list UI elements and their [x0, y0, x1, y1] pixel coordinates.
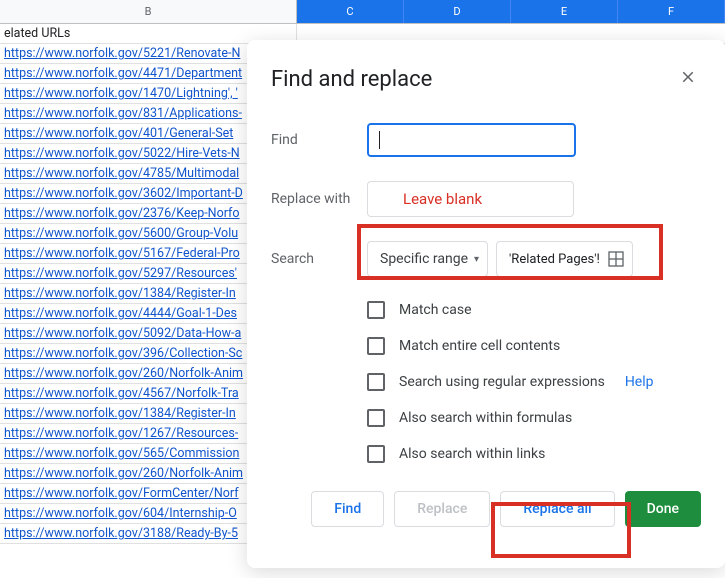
replace-input[interactable] [367, 181, 574, 217]
column-headers: B C D E F [0, 0, 725, 24]
match-case-checkbox[interactable] [367, 301, 385, 319]
search-scope-dropdown[interactable]: Specific range ▾ [367, 241, 488, 277]
match-entire-label: Match entire cell contents [399, 338, 560, 354]
find-label: Find [271, 132, 367, 148]
links-label: Also search within links [399, 446, 545, 462]
col-header-d[interactable]: D [404, 0, 511, 23]
dialog-title: Find and replace [271, 67, 432, 92]
close-icon[interactable] [675, 64, 701, 95]
col-header-b[interactable]: B [0, 0, 297, 23]
range-input[interactable]: 'Related Pages'! [496, 241, 633, 277]
col-header-e[interactable]: E [511, 0, 618, 23]
match-case-label: Match case [399, 302, 472, 318]
search-label: Search [271, 251, 367, 267]
links-checkbox[interactable] [367, 445, 385, 463]
col-header-f[interactable]: F [618, 0, 725, 23]
col-header-c[interactable]: C [297, 0, 404, 23]
regex-checkbox[interactable] [367, 373, 385, 391]
find-button[interactable]: Find [311, 491, 384, 527]
regex-help-link[interactable]: Help [625, 374, 654, 390]
replace-button[interactable]: Replace [394, 491, 490, 527]
find-input[interactable] [367, 123, 576, 157]
match-entire-checkbox[interactable] [367, 337, 385, 355]
regex-label: Search using regular expressions [399, 374, 605, 390]
text-caret [379, 131, 380, 149]
grid-select-icon[interactable] [608, 251, 624, 267]
find-replace-dialog: Find and replace Find Replace with Leave… [247, 40, 725, 568]
replace-all-button[interactable]: Replace all [500, 491, 614, 527]
formulas-label: Also search within formulas [399, 410, 572, 426]
formulas-checkbox[interactable] [367, 409, 385, 427]
range-value: 'Related Pages'! [509, 252, 600, 267]
chevron-down-icon: ▾ [474, 254, 479, 265]
search-scope-value: Specific range [380, 251, 468, 267]
replace-label: Replace with [271, 191, 367, 207]
done-button[interactable]: Done [625, 491, 701, 527]
